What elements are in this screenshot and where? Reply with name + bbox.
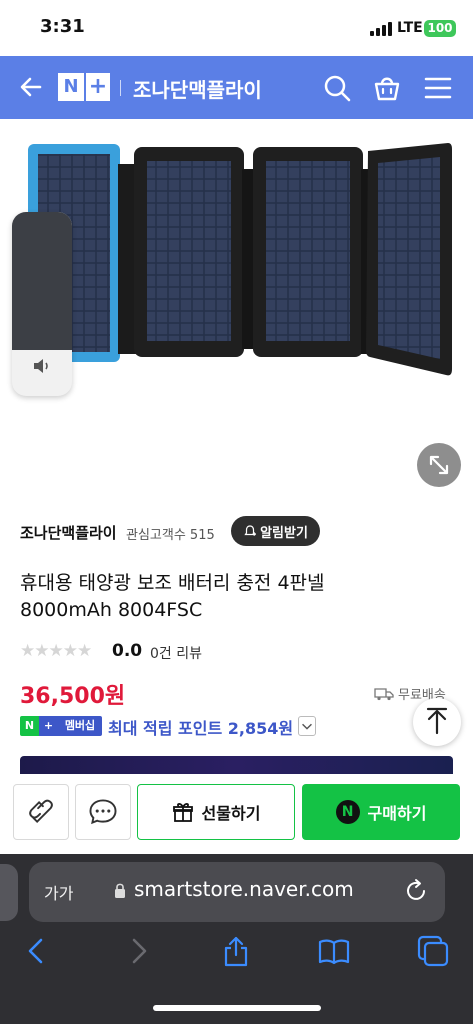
safari-forward-icon[interactable] [121,934,155,968]
reload-icon[interactable] [403,878,429,904]
menu-icon[interactable] [424,75,452,101]
product-title-line2: 8000mAh 8004FSC [20,599,203,621]
buy-button[interactable]: N 구매하기 [302,784,460,840]
followers-count: 관심고객수 515 [126,528,215,543]
cart-icon[interactable] [372,73,402,103]
naver-plus-logo[interactable]: N + [58,73,110,101]
network-label: LTE [397,20,423,36]
chat-icon [89,799,117,825]
share-button[interactable] [13,784,69,840]
share-sheet-icon[interactable] [219,934,253,968]
truck-icon [374,687,394,700]
chevron-down-icon [302,723,312,730]
membership-plus: + [39,716,58,736]
status-time: 3:31 [40,16,85,37]
lock-icon [115,883,125,898]
home-indicator [153,1005,321,1011]
alarm-label: 알림받기 [260,525,308,541]
logo-plus: + [84,73,110,101]
tabs-icon[interactable] [416,934,450,968]
store-header: N + 조나단맥플라이 [0,56,473,119]
points-dropdown[interactable] [298,716,316,736]
bookmarks-icon[interactable] [317,934,351,968]
previous-tab-edge[interactable] [0,864,18,921]
membership-badge: N + 멤버십 [20,716,102,736]
alarm-button[interactable]: 알림받기 [231,516,320,546]
review-count[interactable]: 0건 리뷰 [150,643,202,663]
scroll-top-button[interactable] [413,698,461,746]
url-text[interactable]: smartstore.naver.com [134,877,354,901]
expand-icon [429,455,449,475]
battery-icon: 100 [424,20,456,37]
text-size-button[interactable]: 가가 [44,880,73,904]
rating-stars: ★★★★★ [20,641,92,661]
expand-image-button[interactable] [417,443,461,487]
product-title-line1: 휴대용 태양광 보조 배터리 충전 4판넬 [20,572,325,594]
gift-label: 선물하기 [201,804,261,823]
search-icon[interactable] [322,73,352,103]
seller-name[interactable]: 조나단맥플라이 [20,522,117,543]
membership-n: N [20,716,39,736]
price: 36,500원 [20,684,126,709]
membership-label: 멤버십 [58,716,102,736]
buy-label: 구매하기 [367,804,427,823]
bell-icon [244,525,257,536]
safari-back-icon[interactable] [20,934,54,968]
gift-icon [172,803,193,822]
gift-button[interactable]: 선물하기 [137,784,295,840]
header-store-name[interactable]: 조나단맥플라이 [133,74,262,103]
rating-score: 0.0 [112,641,143,661]
arrow-up-icon [426,707,448,735]
max-points: 최대 적립 포인트 2,854원 [108,719,294,738]
share-icon [29,799,53,824]
chat-button[interactable] [75,784,131,840]
back-icon[interactable] [18,74,44,100]
header-divider [120,80,121,96]
speaker-icon [34,359,48,373]
signal-icon [370,22,394,36]
logo-n: N [58,73,84,101]
naver-pay-icon: N [335,800,360,824]
